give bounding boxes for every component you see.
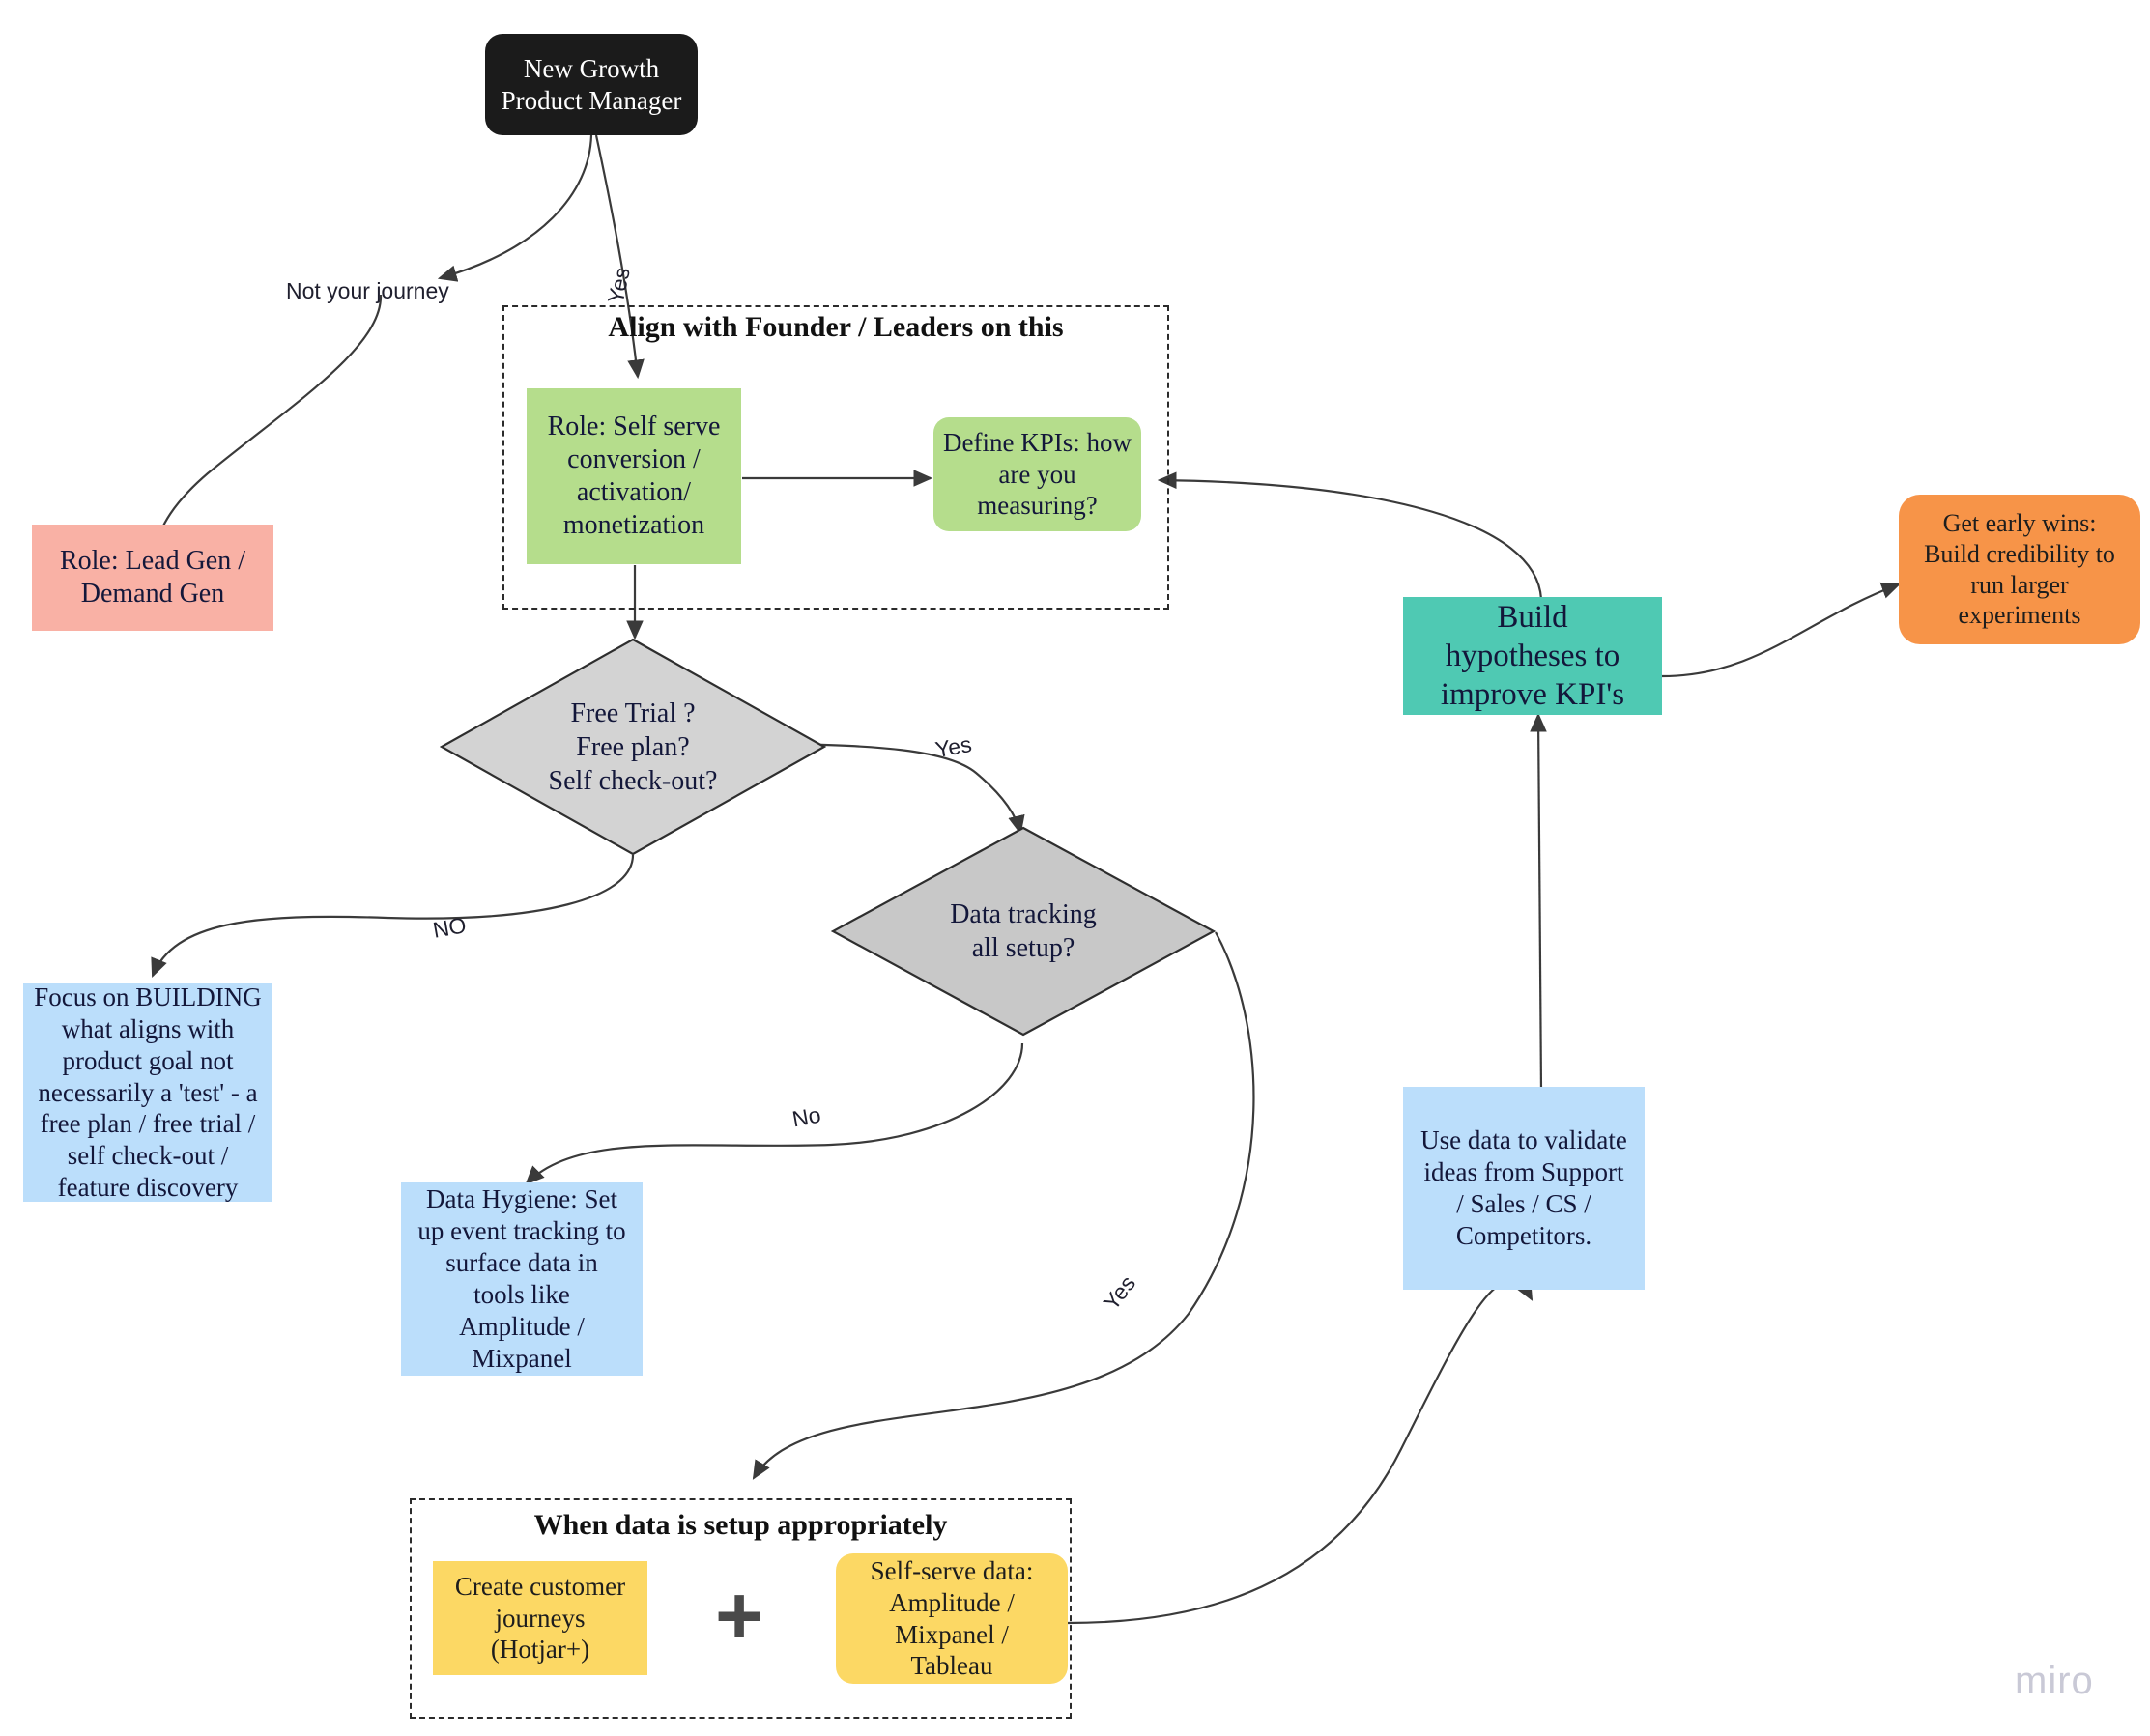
node-role-self-serve[interactable]: Role: Self serve conversion / activation… — [527, 388, 741, 564]
decision-data-tracking-label: Data tracking all setup? — [950, 899, 1097, 963]
node-data-hygiene[interactable]: Data Hygiene: Set up event tracking to s… — [401, 1182, 643, 1376]
node-role-lead-gen[interactable]: Role: Lead Gen / Demand Gen — [32, 525, 273, 631]
decision-free-trial[interactable]: Free Trial ? Free plan? Self check-out? — [439, 638, 827, 856]
group-when-data-setup-title: When data is setup appropriately — [533, 1509, 948, 1541]
node-create-customer-journeys[interactable]: Create customer journeys (Hotjar+) — [433, 1561, 647, 1675]
group-align-with-founder-title: Align with Founder / Leaders on this — [608, 311, 1064, 343]
edge-self-serve-data-to-use-data — [1067, 1280, 1534, 1625]
edge-build-hypotheses-to-define-kpis — [1157, 471, 1543, 600]
edge-free-trial-no-to-focus-building — [151, 854, 635, 979]
node-self-serve-data[interactable]: Self-serve data: Amplitude / Mixpanel / … — [836, 1553, 1068, 1684]
node-build-hypotheses[interactable]: Build hypotheses to improve KPI's — [1403, 597, 1662, 715]
node-focus-on-building[interactable]: Focus on BUILDING what aligns with produ… — [23, 982, 272, 1202]
edge-label-no-free-trial: NO — [430, 912, 469, 943]
edge-data-tracking-no-to-data-hygiene — [525, 1042, 1024, 1185]
edge-label-no-data-tracking: No — [789, 1101, 823, 1132]
plus-symbol: + — [715, 1570, 764, 1663]
edge-label-yes-start: Yes — [602, 265, 635, 306]
edge-label-not-your-journey: Not your journey — [286, 278, 449, 303]
edge-label-yes-data-tracking: Yes — [1098, 1270, 1141, 1315]
flowchart-canvas: Align with Founder / Leaders on this Whe… — [0, 0, 2150, 1736]
edge-label-yes-free-trial: Yes — [932, 730, 974, 763]
node-use-data-to-validate[interactable]: Use data to validate ideas from Support … — [1403, 1087, 1645, 1290]
decision-free-trial-label: Free Trial ? Free plan? Self check-out? — [548, 697, 718, 796]
node-define-kpis[interactable]: Define KPIs: how are you measuring? — [933, 417, 1141, 531]
edge-start-to-not-your-journey — [437, 134, 593, 282]
edge-free-trial-yes-to-data-tracking — [791, 742, 1025, 836]
node-get-early-wins[interactable]: Get early wins: Build credibility to run… — [1899, 495, 2140, 644]
edge-build-hypotheses-to-early-wins — [1661, 582, 1902, 678]
node-new-growth-product-manager[interactable]: New Growth Product Manager — [485, 34, 698, 135]
miro-watermark: miro — [2015, 1660, 2094, 1702]
decision-data-tracking[interactable]: Data tracking all setup? — [830, 826, 1217, 1037]
edge-use-data-to-build-hypotheses — [1530, 712, 1547, 1093]
edge-not-your-journey-to-lead-gen — [149, 294, 383, 554]
